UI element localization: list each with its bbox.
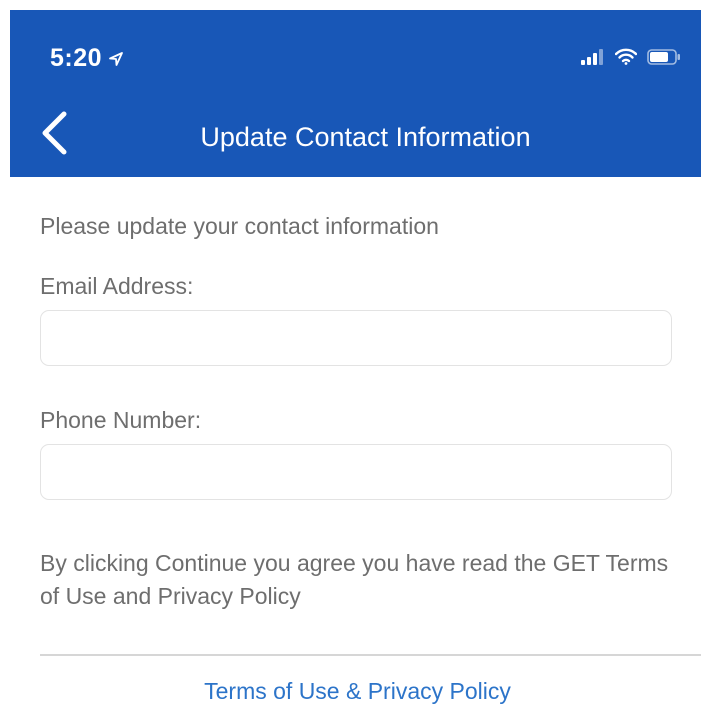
status-icons — [581, 48, 681, 65]
phone-field[interactable] — [40, 444, 672, 500]
battery-icon — [647, 48, 680, 65]
page-title: Update Contact Information — [200, 122, 531, 152]
status-time-text: 5:20 — [50, 44, 103, 72]
wifi-icon — [615, 48, 637, 65]
status-time: 5:20 — [50, 44, 124, 73]
cellular-signal-icon — [581, 48, 603, 65]
email-field[interactable] — [40, 310, 672, 366]
phone-label: Phone Number: — [40, 407, 202, 433]
location-arrow-icon — [109, 51, 123, 66]
intro-text: Please update your contact information — [40, 213, 439, 239]
app-header: 5:20 Update Contact Information — [10, 10, 701, 177]
consent-text: By clicking Continue you agree you have … — [40, 550, 669, 609]
screen: 5:20 Update Contact Information Please u… — [0, 0, 701, 707]
divider — [40, 654, 701, 656]
email-label: Email Address: — [40, 273, 194, 299]
terms-privacy-link[interactable]: Terms of Use & Privacy Policy — [0, 678, 701, 705]
